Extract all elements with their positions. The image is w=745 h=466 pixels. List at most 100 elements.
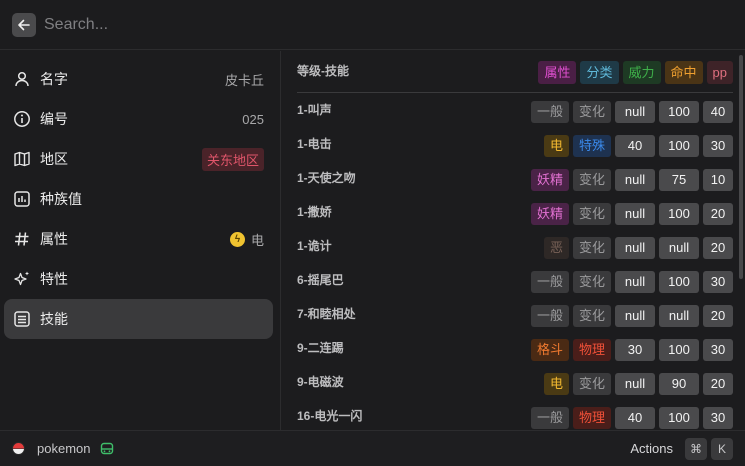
info-icon — [13, 110, 31, 128]
sidebar-item-moves[interactable]: 技能 — [4, 299, 273, 339]
moves-title: 等级-技能 — [297, 64, 349, 78]
move-category-tag: 变化 — [572, 237, 611, 259]
map-icon — [13, 150, 31, 168]
move-type-tag: 妖精 — [530, 169, 569, 191]
move-type-tag: 恶 — [543, 237, 569, 259]
move-accuracy: 75 — [659, 169, 699, 191]
move-row[interactable]: 9-二连踢 格斗 物理 30 100 30 — [297, 339, 733, 361]
move-type-tag: 一般 — [530, 305, 569, 327]
search-input[interactable] — [44, 15, 644, 34]
move-name: 6-摇尾巴 — [297, 273, 344, 287]
type-value-wrap: ϟ 电 — [229, 230, 264, 249]
move-pp: 10 — [703, 169, 733, 191]
move-name: 1-叫声 — [297, 103, 332, 117]
extension-name: pokemon — [37, 441, 91, 456]
move-row[interactable]: 1-电击 电特殊 40 100 30 — [297, 135, 733, 157]
move-name: 9-电磁波 — [297, 375, 344, 389]
move-accuracy: 100 — [659, 271, 699, 293]
move-type-tag: 一般 — [530, 407, 569, 429]
legend-tag: 命中 — [664, 61, 703, 84]
arrow-left-icon — [18, 19, 30, 30]
move-cells: 格斗 物理 30 100 30 — [530, 339, 733, 361]
move-power: 40 — [615, 407, 655, 429]
move-name: 1-诡计 — [297, 239, 332, 253]
hash-icon — [13, 230, 31, 248]
sparkle-icon — [13, 270, 31, 288]
move-accuracy: 100 — [659, 203, 699, 225]
move-row[interactable]: 6-摇尾巴 一般 变化 null 100 30 — [297, 271, 733, 293]
command-key: ⌘ — [685, 437, 707, 460]
move-accuracy: 100 — [659, 135, 699, 157]
move-name: 9-二连踢 — [297, 341, 344, 355]
region-value-wrap: 关东地区 — [201, 147, 264, 171]
move-row[interactable]: 16-电光一闪 一般 物理 40 100 30 — [297, 407, 733, 429]
move-cells: 妖精 变化 null 75 10 — [530, 169, 733, 191]
move-name: 1-天使之吻 — [297, 171, 356, 185]
person-icon — [13, 70, 31, 88]
sidebar-item-abilities[interactable]: 特性 — [4, 259, 273, 299]
move-cells: 恶变化 null null 20 — [543, 237, 733, 259]
move-pp: 20 — [703, 305, 733, 327]
sidebar-item-number[interactable]: 编号 025 — [4, 99, 273, 139]
move-row[interactable]: 1-叫声 一般 变化 null 100 40 — [297, 101, 733, 123]
move-row[interactable]: 1-撒娇 妖精 变化 null 100 20 — [297, 203, 733, 225]
move-cells: 一般 变化 null 100 30 — [530, 271, 733, 293]
move-cells: 妖精 变化 null 100 20 — [530, 203, 733, 225]
legend-tag: pp — [706, 61, 733, 84]
sidebar-item-region[interactable]: 地区 关东地区 — [4, 139, 273, 179]
move-cells: 一般 变化 null null 20 — [530, 305, 733, 327]
move-power: null — [615, 101, 655, 123]
sidebar-item-label: 技能 — [40, 311, 68, 327]
sidebar-item-type[interactable]: 属性 ϟ 电 — [4, 219, 273, 259]
sidebar-item-base-stats[interactable]: 种族值 — [4, 179, 273, 219]
sidebar-item-label: 种族值 — [40, 191, 82, 207]
move-row[interactable]: 1-天使之吻 妖精 变化 null 75 10 — [297, 169, 733, 191]
legend-tag: 分类 — [580, 61, 619, 84]
sidebar-item-label: 编号 — [40, 111, 68, 127]
move-accuracy: null — [659, 305, 699, 327]
sidebar-item-label: 特性 — [40, 271, 68, 287]
move-pp: 40 — [703, 101, 733, 123]
move-pp: 30 — [703, 135, 733, 157]
move-row[interactable]: 9-电磁波 电变化 null 90 20 — [297, 373, 733, 395]
move-row[interactable]: 1-诡计恶变化 null null 20 — [297, 237, 733, 259]
back-button[interactable] — [12, 12, 36, 37]
actions-label: Actions — [630, 441, 673, 456]
sidebar-item-label: 属性 — [40, 231, 68, 247]
move-type-tag: 格斗 — [530, 339, 569, 361]
move-pp: 30 — [703, 407, 733, 429]
scrollbar[interactable] — [739, 55, 743, 279]
move-name: 7-和睦相处 — [297, 307, 356, 321]
move-row[interactable]: 7-和睦相处 一般 变化 null null 20 — [297, 305, 733, 327]
search-bar — [0, 0, 745, 50]
move-power: null — [615, 271, 655, 293]
stats-icon — [13, 190, 31, 208]
move-name: 1-撒娇 — [297, 205, 332, 219]
move-accuracy: null — [659, 237, 699, 259]
move-pp: 30 — [703, 271, 733, 293]
region-tag: 关东地区 — [201, 147, 264, 171]
type-value: 电 — [250, 232, 264, 248]
move-pp: 20 — [703, 373, 733, 395]
move-type-tag: 电 — [543, 135, 569, 157]
action-bar: pokemon Actions ⌘ K — [0, 430, 745, 466]
move-cells: 电特殊 40 100 30 — [543, 135, 733, 157]
actions-menu[interactable]: Actions ⌘ K — [630, 437, 733, 460]
detail-sidebar: 名字 皮卡丘 编号 025 地区 关东地区 种族值 属性 ϟ 电 特性 技能 — [0, 51, 281, 430]
move-cells: 一般 物理 40 100 30 — [530, 407, 733, 429]
sidebar-item-name[interactable]: 名字 皮卡丘 — [4, 59, 273, 99]
move-name: 16-电光一闪 — [297, 409, 363, 423]
move-category-tag: 变化 — [572, 305, 611, 327]
electric-type-icon: ϟ — [229, 231, 245, 247]
move-name: 1-电击 — [297, 137, 332, 151]
k-key: K — [711, 437, 733, 460]
train-icon — [101, 442, 114, 454]
move-category-tag: 物理 — [572, 407, 611, 429]
name-value: 皮卡丘 — [224, 72, 264, 88]
move-power: null — [615, 305, 655, 327]
legend-tags: 属性 分类 威力 命中 pp — [538, 61, 733, 84]
move-accuracy: 100 — [659, 101, 699, 123]
move-type-tag: 妖精 — [530, 203, 569, 225]
move-power: null — [615, 373, 655, 395]
pokeball-icon — [12, 442, 25, 455]
